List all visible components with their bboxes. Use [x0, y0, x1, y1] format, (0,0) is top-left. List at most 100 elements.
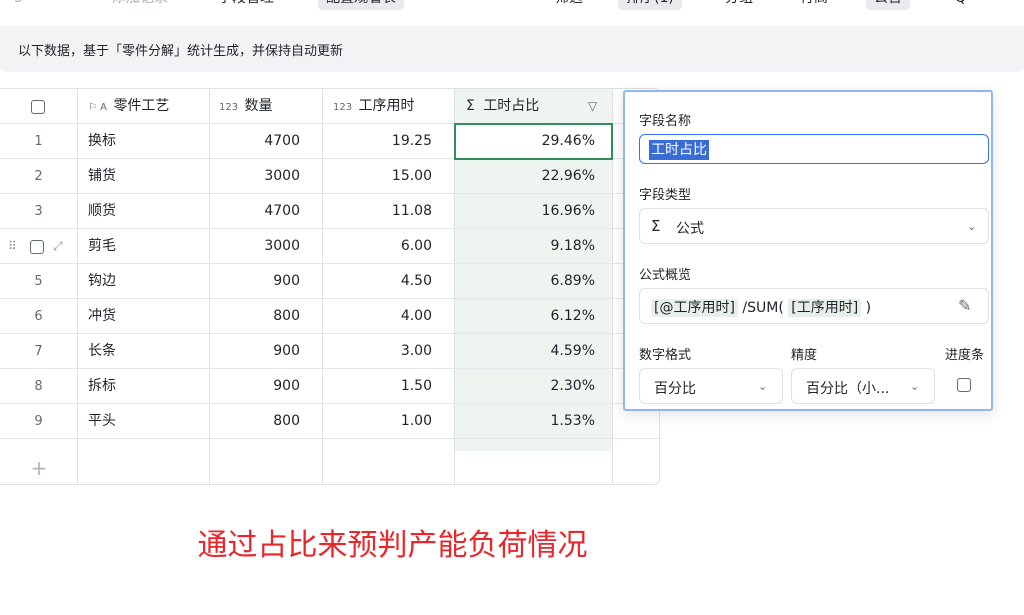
row-number: 2 — [34, 169, 43, 184]
add-row-button[interactable]: + — [0, 451, 78, 484]
table-row[interactable]: 1 换标 4700 19.25 29.46% — [0, 123, 659, 160]
time-cell[interactable]: 15.00 — [325, 159, 432, 194]
ratio-cell[interactable]: 22.96% — [457, 159, 595, 194]
data-table: ⚐ A 零件工艺 123 数量 123 工序用时 Σ 工时占比 ▽ 1 换标 470… — [0, 88, 660, 485]
header-time[interactable]: 123 工序用时 — [333, 89, 451, 124]
qty-cell[interactable]: 4700 — [212, 124, 300, 159]
row-number: 1 — [34, 134, 43, 149]
formula-input[interactable]: [@工序用时] /SUM( [工序用时] ) ✎ — [639, 288, 989, 324]
header-ratio[interactable]: Σ 工时占比 — [466, 89, 576, 124]
row-height-button[interactable]: 行高 — [800, 0, 828, 10]
table-header-row: ⚐ A 零件工艺 123 数量 123 工序用时 Σ 工时占比 ▽ — [0, 89, 659, 124]
table-row[interactable]: ⠿ ⤢ 剪毛 3000 6.00 9.18% — [0, 229, 659, 264]
filter-icon[interactable]: ▽ — [588, 89, 602, 124]
time-cell[interactable]: 19.25 — [325, 124, 432, 159]
row-number: 8 — [34, 379, 43, 394]
info-banner: 以下数据，基于「零件分解」统计生成，并保持自动更新 — [0, 26, 1024, 72]
select-all-checkbox[interactable] — [31, 100, 45, 114]
ratio-cell[interactable]: 6.89% — [457, 264, 595, 299]
process-cell[interactable]: 换标 — [88, 124, 206, 159]
formula-type-icon: Σ — [651, 217, 661, 235]
precision-select[interactable]: 百分比（小... ⌄ — [791, 368, 935, 404]
qty-cell[interactable]: 900 — [212, 334, 300, 369]
config-view-button[interactable]: 配置观看表 — [318, 0, 404, 10]
number-format-label: 数字格式 — [639, 348, 692, 363]
time-cell[interactable]: 4.00 — [325, 299, 432, 334]
text-field-icon: ⚐ A — [88, 102, 107, 113]
undo-redo-button[interactable]: 5 ⌃ — [14, 0, 39, 10]
time-cell[interactable]: 6.00 — [325, 229, 432, 264]
field-settings-panel: 字段名称 工时占比 字段类型 Σ 公式 ⌄ 公式概览 [@工序用时] /SUM(… — [623, 90, 993, 411]
top-toolbar: 5 ⌃ 添加记录 字段管理 配置观看表 筛选 排序(1) 分组 行高 公告 Q — [0, 0, 1024, 12]
sort-button[interactable]: 排序(1) — [618, 0, 682, 10]
add-record-button[interactable]: 添加记录 — [112, 0, 168, 10]
chevron-down-icon: ⌄ — [910, 380, 920, 393]
row-number: 3 — [34, 204, 43, 219]
table-row[interactable]: 2 铺货 3000 15.00 22.96% — [0, 159, 659, 194]
number-field-icon: 123 — [333, 102, 353, 113]
field-name-input[interactable]: 工时占比 — [639, 134, 989, 164]
field-type-label: 字段类型 — [639, 188, 692, 203]
table-row[interactable]: 8 拆标 900 1.50 2.30% — [0, 369, 659, 404]
time-cell[interactable]: 1.50 — [325, 369, 432, 404]
process-cell[interactable]: 钩边 — [88, 264, 206, 299]
time-cell[interactable]: 3.00 — [325, 334, 432, 369]
announce-button[interactable]: 公告 — [866, 0, 910, 10]
qty-cell[interactable]: 3000 — [212, 159, 300, 194]
row-number: 6 — [34, 309, 43, 324]
filter-button[interactable]: 筛选 — [555, 0, 583, 10]
number-format-value: 百分比 — [654, 381, 696, 397]
qty-cell[interactable]: 3000 — [212, 229, 300, 264]
row-checkbox[interactable] — [30, 240, 44, 254]
table-row[interactable]: 5 钩边 900 4.50 6.89% — [0, 264, 659, 299]
time-cell[interactable]: 4.50 — [325, 264, 432, 299]
time-cell[interactable]: 11.08 — [325, 194, 432, 229]
caption-text: 通过占比来预判产能负荷情况 — [197, 528, 588, 563]
formula-preview: [@工序用时] /SUM( [工序用时] ) — [651, 297, 871, 317]
chevron-down-icon: ⌄ — [967, 220, 977, 233]
process-cell[interactable]: 铺货 — [88, 159, 206, 194]
banner-text: 以下数据，基于「零件分解」统计生成，并保持自动更新 — [18, 44, 344, 59]
row-number: 9 — [34, 414, 43, 429]
table-row[interactable]: 7 长条 900 3.00 4.59% — [0, 334, 659, 369]
drag-handle-icon[interactable]: ⠿ — [8, 229, 20, 264]
chevron-down-icon: ⌄ — [758, 380, 768, 393]
search-icon[interactable]: Q — [955, 0, 966, 10]
table-row[interactable]: 3 顺货 4700 11.08 16.96% — [0, 194, 659, 229]
edit-icon[interactable]: ✎ — [958, 296, 971, 315]
qty-cell[interactable]: 900 — [212, 264, 300, 299]
number-field-icon: 123 — [219, 102, 239, 113]
field-type-select[interactable]: Σ 公式 ⌄ — [639, 208, 989, 244]
process-cell[interactable]: 剪毛 — [88, 229, 206, 264]
ratio-cell[interactable]: 9.18% — [457, 229, 595, 264]
number-format-select[interactable]: 百分比 ⌄ — [639, 368, 783, 404]
ratio-cell[interactable]: 2.30% — [457, 369, 595, 404]
table-row[interactable]: 6 冲货 800 4.00 6.12% — [0, 299, 659, 334]
time-cell[interactable]: 1.00 — [325, 404, 432, 439]
ratio-cell[interactable]: 6.12% — [457, 299, 595, 334]
field-name-label: 字段名称 — [639, 114, 692, 129]
progress-bar-checkbox[interactable] — [957, 378, 971, 392]
qty-cell[interactable]: 4700 — [212, 194, 300, 229]
field-manage-button[interactable]: 字段管理 — [218, 0, 274, 10]
table-row[interactable]: 9 平头 800 1.00 1.53% — [0, 404, 659, 439]
process-cell[interactable]: 平头 — [88, 404, 206, 439]
qty-cell[interactable]: 800 — [212, 404, 300, 439]
expand-row-icon[interactable]: ⤢ — [53, 229, 67, 264]
process-cell[interactable]: 拆标 — [88, 369, 206, 404]
row-number: 7 — [34, 344, 43, 359]
process-cell[interactable]: 冲货 — [88, 299, 206, 334]
qty-cell[interactable]: 800 — [212, 299, 300, 334]
header-process[interactable]: ⚐ A 零件工艺 — [88, 89, 208, 124]
ratio-cell[interactable]: 4.59% — [457, 334, 595, 369]
ratio-cell[interactable]: 16.96% — [457, 194, 595, 229]
process-cell[interactable]: 顺货 — [88, 194, 206, 229]
precision-label: 精度 — [791, 348, 818, 363]
group-button[interactable]: 分组 — [725, 0, 753, 10]
header-qty[interactable]: 123 数量 — [219, 89, 319, 124]
qty-cell[interactable]: 900 — [212, 369, 300, 404]
ratio-cell[interactable]: 1.53% — [457, 404, 595, 439]
process-cell[interactable]: 长条 — [88, 334, 206, 369]
ratio-cell[interactable]: 29.46% — [457, 124, 595, 159]
formula-field-icon: Σ — [466, 98, 475, 114]
